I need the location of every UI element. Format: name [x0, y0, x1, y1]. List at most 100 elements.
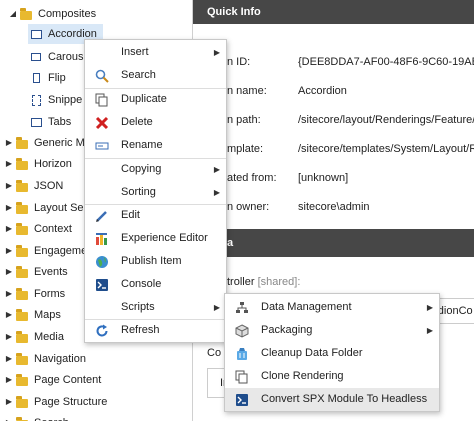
menu-item-sorting[interactable]: Sorting ▶: [85, 181, 226, 204]
folder-icon: [14, 219, 30, 239]
submenu-item-cleanup-data-folder[interactable]: Cleanup Data Folder: [225, 342, 439, 365]
submenu-item-convert-spx-module[interactable]: Convert SPX Module To Headless: [225, 388, 439, 411]
tree-item-media[interactable]: ▶ Media: [4, 327, 64, 347]
tree-item-json[interactable]: ▶ JSON: [4, 176, 63, 196]
collapsed-arrow-icon[interactable]: ▶: [4, 176, 14, 196]
menu-item-label: Rename: [121, 139, 163, 151]
menu-item-delete[interactable]: Delete: [85, 111, 226, 134]
quick-info-template: mplate: /sitecore/templates/System/Layou…: [193, 138, 474, 160]
tree-item-label: Maps: [34, 309, 61, 321]
menu-item-label: Refresh: [121, 324, 160, 336]
submenu-item-clone-rendering[interactable]: Clone Rendering: [225, 365, 439, 388]
tree-item-carousel[interactable]: Carous: [28, 47, 83, 67]
menu-item-label: Experience Editor: [121, 232, 208, 244]
quick-info-item-path: n path: /sitecore/layout/Renderings/Feat…: [193, 109, 474, 131]
menu-item-label: Edit: [121, 209, 140, 221]
tree-item-flip[interactable]: Flip: [28, 68, 66, 88]
tree-item-forms[interactable]: ▶ Forms: [4, 284, 65, 304]
menu-item-insert[interactable]: Insert ▶: [85, 41, 226, 64]
tree-item-maps[interactable]: ▶ Maps: [4, 305, 61, 325]
folder-icon: [14, 133, 30, 153]
collapsed-arrow-icon[interactable]: ▶: [4, 305, 14, 325]
submenu-arrow-icon: ▶: [213, 48, 220, 57]
menu-item-label: Copying: [121, 163, 162, 175]
tree-item-snippet[interactable]: Snippe: [28, 90, 82, 110]
collapsed-arrow-icon[interactable]: ▶: [4, 262, 14, 282]
other-field-label: Co: [207, 347, 222, 359]
menu-item-label: Insert: [121, 46, 149, 58]
rendering-icon: [28, 24, 44, 44]
menu-item-refresh[interactable]: Refresh: [85, 319, 226, 342]
menu-item-label: Sorting: [121, 186, 156, 198]
tree-item-page-structure[interactable]: ▶ Page Structure: [4, 392, 107, 412]
tree-item-label: Generic M: [34, 137, 85, 149]
quick-info-header[interactable]: Quick Info: [193, 0, 474, 24]
item-id-value[interactable]: {DEE8DDA7-AF00-48F6-9C60-19AB73E: [298, 51, 474, 73]
menu-item-search[interactable]: Search: [85, 64, 226, 87]
tree-item-composites[interactable]: ◢ Composites: [8, 4, 96, 24]
collapsed-arrow-icon[interactable]: ▶: [4, 133, 14, 153]
menu-item-scripts[interactable]: Scripts ▶: [85, 296, 226, 319]
menu-item-console[interactable]: Console: [85, 273, 226, 296]
folder-icon: [14, 413, 30, 421]
collapsed-arrow-icon[interactable]: ▶: [4, 349, 14, 369]
tree-item-generic-meta[interactable]: ▶ Generic M: [4, 133, 85, 153]
submenu-item-data-management[interactable]: Data Management ▶: [225, 296, 439, 319]
tree-item-label: Navigation: [34, 353, 86, 365]
publish-globe-icon: [95, 255, 109, 269]
menu-item-label: Console: [121, 278, 162, 290]
menu-item-copying[interactable]: Copying ▶: [85, 158, 226, 181]
folder-icon: [14, 305, 30, 325]
collapsed-arrow-icon[interactable]: ▶: [4, 284, 14, 304]
tree-item-tabs[interactable]: Tabs: [28, 112, 71, 132]
tree-item-horizon[interactable]: ▶ Horizon: [4, 154, 72, 174]
menu-item-label: Cleanup Data Folder: [261, 347, 363, 359]
tree-item-engagement[interactable]: ▶ Engageme: [4, 241, 87, 261]
folder-icon: [14, 241, 30, 261]
folder-icon: [14, 198, 30, 218]
field-label: n owner:: [227, 201, 270, 213]
tree-item-context[interactable]: ▶ Context: [4, 219, 72, 239]
collapsed-arrow-icon[interactable]: ▶: [4, 198, 14, 218]
item-name-value: Accordion: [298, 85, 347, 97]
collapsed-arrow-icon[interactable]: ▶: [4, 392, 14, 412]
tree-item-label: Forms: [34, 288, 66, 300]
menu-item-edit[interactable]: Edit: [85, 204, 226, 227]
menu-item-duplicate[interactable]: Duplicate: [85, 88, 226, 111]
quick-info-item-id: n ID: {DEE8DDA7-AF00-48F6-9C60-19AB73E: [193, 51, 474, 73]
tree-item-search[interactable]: ▶ Search: [4, 413, 69, 421]
shared-tag: [shared]:: [257, 276, 301, 288]
tree-item-label: Events: [34, 266, 68, 278]
powershell-icon: [235, 393, 249, 407]
menu-item-rename[interactable]: Rename: [85, 134, 226, 157]
context-menu: Insert ▶ Search Duplicate Delete Rename …: [84, 39, 227, 343]
collapsed-arrow-icon[interactable]: ▶: [4, 327, 14, 347]
menu-item-label: Data Management: [261, 301, 352, 313]
tree-item-layout-se[interactable]: ▶ Layout Se: [4, 198, 84, 218]
collapsed-arrow-icon[interactable]: ▶: [4, 370, 14, 390]
data-section-header[interactable]: a: [193, 229, 474, 257]
item-path-value[interactable]: /sitecore/layout/Renderings/Feature/E: [298, 109, 474, 131]
tree-item-label: Carous: [48, 51, 84, 63]
menu-item-label: Convert SPX Module To Headless: [261, 393, 428, 405]
tree-item-events[interactable]: ▶ Events: [4, 262, 68, 282]
tree-item-page-content[interactable]: ▶ Page Content: [4, 370, 101, 390]
collapsed-arrow-icon[interactable]: ▶: [4, 413, 14, 421]
collapsed-arrow-icon[interactable]: ▶: [4, 219, 14, 239]
tree-item-label: Search: [34, 413, 69, 421]
collapsed-arrow-icon[interactable]: ▶: [4, 154, 14, 174]
menu-item-experience-editor[interactable]: Experience Editor: [85, 227, 226, 250]
menu-item-label: Packaging: [261, 324, 313, 336]
collapsed-arrow-icon[interactable]: ▶: [4, 241, 14, 261]
tabs-icon: [28, 112, 44, 132]
tree-item-navigation[interactable]: ▶ Navigation: [4, 349, 86, 369]
folder-icon: [14, 262, 30, 282]
template-value[interactable]: /sitecore/templates/System/Layout/Re: [298, 138, 474, 160]
tree-item-label: JSON: [34, 180, 64, 192]
menu-item-publish-item[interactable]: Publish Item: [85, 250, 226, 273]
tree-item-label: Engageme: [34, 245, 88, 257]
submenu-item-packaging[interactable]: Packaging ▶: [225, 319, 439, 342]
expanded-arrow-icon[interactable]: ◢: [8, 4, 18, 24]
folder-icon: [14, 349, 30, 369]
refresh-icon: [95, 324, 109, 338]
